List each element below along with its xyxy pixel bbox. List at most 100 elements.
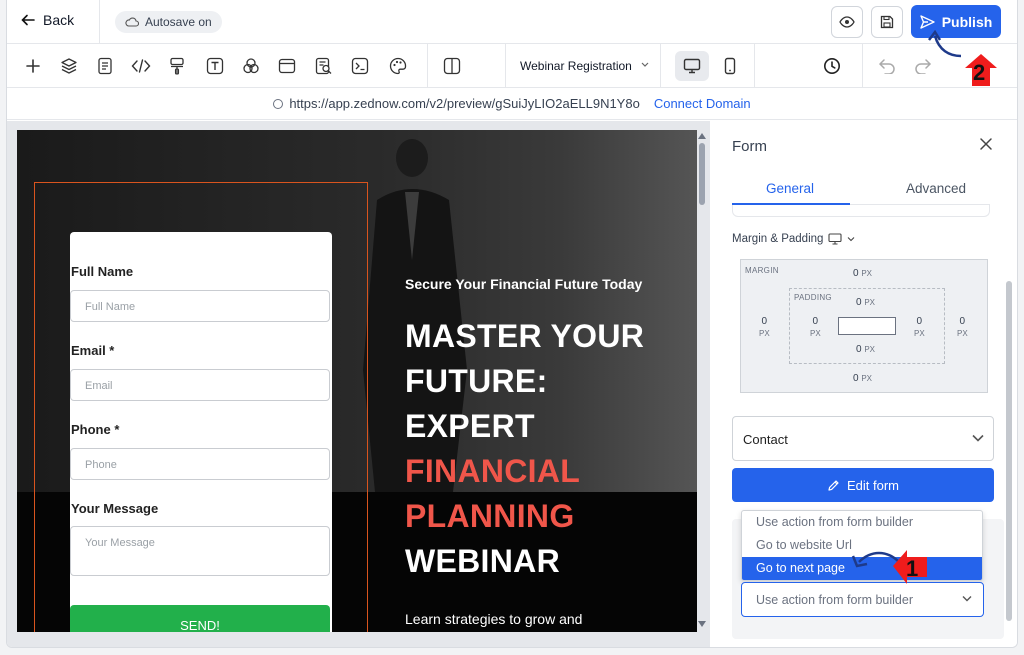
full-name-input[interactable]: Full Name xyxy=(70,290,330,322)
padding-left-unit: PX xyxy=(810,329,821,338)
margin-padding-heading[interactable]: Margin & Padding xyxy=(732,233,855,245)
save-button[interactable] xyxy=(871,6,903,38)
panel-title: Form xyxy=(732,138,767,155)
margin-tag: MARGIN xyxy=(745,266,779,275)
pages-icon xyxy=(98,57,112,75)
padding-editor: PADDING 0 PX 0 PX 0 PX 0 PX xyxy=(789,288,945,364)
script-button[interactable] xyxy=(349,55,371,77)
toolbar: Webinar Registration xyxy=(7,44,1017,88)
divider xyxy=(99,0,100,44)
connect-domain-link[interactable]: Connect Domain xyxy=(654,96,751,111)
code-button[interactable] xyxy=(130,55,152,77)
margin-right-unit: PX xyxy=(957,329,968,338)
headline-line-4: FINANCIAL xyxy=(405,453,581,489)
split-icon xyxy=(443,57,461,75)
padding-top-value: 0 xyxy=(856,297,862,308)
monitor-icon xyxy=(828,233,842,245)
hero-body-text: Learn strategies to grow and xyxy=(405,611,583,627)
form-select[interactable]: Contact xyxy=(732,416,994,461)
url-bar: https://app.zednow.com/v2/preview/gSuiJy… xyxy=(7,88,1017,120)
edit-form-label: Edit form xyxy=(846,477,899,493)
contact-form[interactable]: Full Name Full Name Email * Email Phone … xyxy=(70,232,332,632)
phone-icon xyxy=(724,57,736,75)
annotation-arrow-2 xyxy=(928,30,962,58)
margin-bottom-unit: PX xyxy=(861,374,873,383)
page-selector[interactable]: Webinar Registration xyxy=(505,44,661,88)
canvas-scrollbar[interactable] xyxy=(699,143,705,205)
pencil-icon xyxy=(828,479,839,491)
edit-form-button[interactable]: Edit form xyxy=(732,468,994,502)
palette-icon xyxy=(389,57,407,75)
margin-bottom[interactable]: 0 PX xyxy=(853,373,872,385)
divider xyxy=(862,44,863,88)
padding-right[interactable]: 0 PX xyxy=(914,316,925,340)
padding-bottom[interactable]: 0 PX xyxy=(856,344,875,356)
tab-general[interactable]: General xyxy=(766,181,814,196)
margin-left-unit: PX xyxy=(759,329,770,338)
text-icon xyxy=(206,57,224,75)
add-element-button[interactable] xyxy=(22,55,44,77)
annotation-number-1: 1 xyxy=(906,556,919,581)
paint-icon xyxy=(170,57,184,75)
form-select-value: Contact xyxy=(743,432,788,447)
tab-advanced[interactable]: Advanced xyxy=(906,181,966,196)
split-view-button[interactable] xyxy=(441,55,463,77)
close-icon[interactable] xyxy=(978,136,994,152)
action-option[interactable]: Use action from form builder xyxy=(742,511,982,534)
message-textarea[interactable]: Your Message xyxy=(70,526,330,576)
undo-button[interactable] xyxy=(876,55,898,77)
divider xyxy=(754,44,755,88)
margin-top-unit: PX xyxy=(861,269,873,278)
back-label: Back xyxy=(43,12,75,28)
preview-button[interactable] xyxy=(831,6,863,38)
hero-subtitle: Secure Your Financial Future Today xyxy=(405,276,643,292)
padding-left[interactable]: 0 PX xyxy=(810,316,821,340)
page-preview[interactable]: Full Name Full Name Email * Email Phone … xyxy=(17,130,697,632)
margin-top[interactable]: 0 PX xyxy=(853,268,872,280)
phone-input[interactable]: Phone xyxy=(70,448,330,480)
text-button[interactable] xyxy=(204,55,226,77)
padding-right-value: 0 xyxy=(916,316,923,327)
terminal-icon xyxy=(351,57,369,75)
eye-icon xyxy=(839,16,855,28)
headline-line-6: WEBINAR xyxy=(405,543,560,579)
globe-icon xyxy=(273,98,284,109)
autosave-label: Autosave on xyxy=(145,15,212,29)
seo-icon xyxy=(315,57,332,75)
divider xyxy=(427,44,428,88)
shapes-button[interactable] xyxy=(240,55,262,77)
action-select[interactable]: Use action from form builder xyxy=(741,582,984,617)
preview-url[interactable]: https://app.zednow.com/v2/preview/gSuiJy… xyxy=(289,96,640,111)
margin-left[interactable]: 0 PX xyxy=(759,316,770,340)
email-input[interactable]: Email xyxy=(70,369,330,401)
layers-button[interactable] xyxy=(58,55,80,77)
paint-button[interactable] xyxy=(166,55,188,77)
clock-icon xyxy=(824,58,840,74)
panel-scrollbar[interactable] xyxy=(1006,281,1012,621)
scroll-down-arrow[interactable] xyxy=(698,621,706,627)
margin-left-value: 0 xyxy=(761,316,768,327)
history-button[interactable] xyxy=(821,55,843,77)
content-box xyxy=(838,317,896,335)
margin-right[interactable]: 0 PX xyxy=(957,316,968,340)
editor-canvas: Full Name Full Name Email * Email Phone … xyxy=(7,121,709,647)
headline-line-2: FUTURE: xyxy=(405,363,548,399)
section-button[interactable] xyxy=(276,55,298,77)
back-button[interactable]: Back xyxy=(21,12,74,28)
full-name-label: Full Name xyxy=(71,264,134,279)
mobile-view-button[interactable] xyxy=(713,51,747,81)
seo-button[interactable] xyxy=(313,55,335,77)
email-label: Email * xyxy=(71,343,115,358)
chevron-down-icon xyxy=(972,434,984,442)
scroll-up-arrow[interactable] xyxy=(698,133,706,139)
app: Back Autosave on Publish Webinar Registr… xyxy=(0,0,1024,655)
redo-icon xyxy=(915,59,932,74)
padding-top[interactable]: 0 PX xyxy=(856,297,875,309)
floppy-icon xyxy=(880,15,894,29)
pages-button[interactable] xyxy=(94,55,116,77)
desktop-view-button[interactable] xyxy=(675,51,709,81)
theme-button[interactable] xyxy=(387,55,409,77)
send-button[interactable]: SEND! xyxy=(70,605,330,632)
code-icon xyxy=(131,59,151,73)
layers-icon xyxy=(61,58,77,74)
